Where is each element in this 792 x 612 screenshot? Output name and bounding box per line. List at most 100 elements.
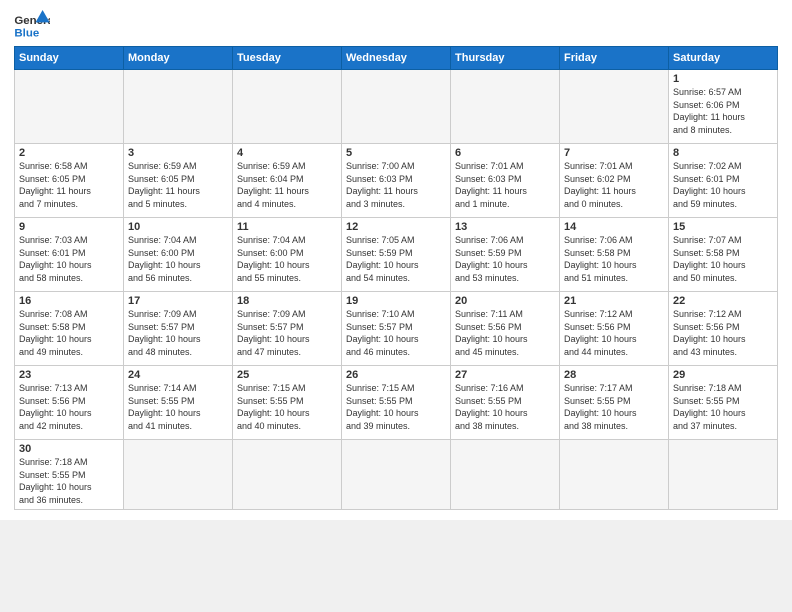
day-cell: 30Sunrise: 7:18 AM Sunset: 5:55 PM Dayli… bbox=[15, 440, 124, 510]
week-row-6: 30Sunrise: 7:18 AM Sunset: 5:55 PM Dayli… bbox=[15, 440, 778, 510]
day-info: Sunrise: 7:12 AM Sunset: 5:56 PM Dayligh… bbox=[673, 308, 773, 358]
day-number: 7 bbox=[564, 147, 664, 159]
col-header-saturday: Saturday bbox=[669, 47, 778, 70]
day-number: 23 bbox=[19, 369, 119, 381]
day-cell: 10Sunrise: 7:04 AM Sunset: 6:00 PM Dayli… bbox=[124, 218, 233, 292]
day-number: 13 bbox=[455, 221, 555, 233]
day-number: 29 bbox=[673, 369, 773, 381]
day-cell: 11Sunrise: 7:04 AM Sunset: 6:00 PM Dayli… bbox=[233, 218, 342, 292]
day-number: 10 bbox=[128, 221, 228, 233]
day-number: 21 bbox=[564, 295, 664, 307]
day-cell: 27Sunrise: 7:16 AM Sunset: 5:55 PM Dayli… bbox=[451, 366, 560, 440]
day-cell: 20Sunrise: 7:11 AM Sunset: 5:56 PM Dayli… bbox=[451, 292, 560, 366]
day-info: Sunrise: 7:06 AM Sunset: 5:58 PM Dayligh… bbox=[564, 234, 664, 284]
day-cell bbox=[451, 440, 560, 510]
day-info: Sunrise: 7:14 AM Sunset: 5:55 PM Dayligh… bbox=[128, 382, 228, 432]
day-cell bbox=[124, 70, 233, 144]
week-row-2: 2Sunrise: 6:58 AM Sunset: 6:05 PM Daylig… bbox=[15, 144, 778, 218]
day-info: Sunrise: 7:03 AM Sunset: 6:01 PM Dayligh… bbox=[19, 234, 119, 284]
week-row-4: 16Sunrise: 7:08 AM Sunset: 5:58 PM Dayli… bbox=[15, 292, 778, 366]
day-info: Sunrise: 7:04 AM Sunset: 6:00 PM Dayligh… bbox=[237, 234, 337, 284]
day-number: 15 bbox=[673, 221, 773, 233]
day-cell bbox=[124, 440, 233, 510]
day-cell bbox=[233, 70, 342, 144]
day-number: 6 bbox=[455, 147, 555, 159]
col-header-monday: Monday bbox=[124, 47, 233, 70]
day-cell bbox=[342, 70, 451, 144]
day-cell bbox=[560, 440, 669, 510]
day-number: 20 bbox=[455, 295, 555, 307]
day-cell: 25Sunrise: 7:15 AM Sunset: 5:55 PM Dayli… bbox=[233, 366, 342, 440]
page: GeneralBlue SundayMondayTuesdayWednesday… bbox=[0, 0, 792, 520]
week-row-3: 9Sunrise: 7:03 AM Sunset: 6:01 PM Daylig… bbox=[15, 218, 778, 292]
day-number: 2 bbox=[19, 147, 119, 159]
day-number: 3 bbox=[128, 147, 228, 159]
day-cell: 19Sunrise: 7:10 AM Sunset: 5:57 PM Dayli… bbox=[342, 292, 451, 366]
day-number: 1 bbox=[673, 73, 773, 85]
day-number: 8 bbox=[673, 147, 773, 159]
logo: GeneralBlue bbox=[14, 10, 50, 40]
day-info: Sunrise: 7:06 AM Sunset: 5:59 PM Dayligh… bbox=[455, 234, 555, 284]
day-cell bbox=[560, 70, 669, 144]
day-info: Sunrise: 7:09 AM Sunset: 5:57 PM Dayligh… bbox=[237, 308, 337, 358]
day-info: Sunrise: 7:15 AM Sunset: 5:55 PM Dayligh… bbox=[346, 382, 446, 432]
day-number: 9 bbox=[19, 221, 119, 233]
day-number: 22 bbox=[673, 295, 773, 307]
day-info: Sunrise: 6:58 AM Sunset: 6:05 PM Dayligh… bbox=[19, 160, 119, 210]
day-info: Sunrise: 7:15 AM Sunset: 5:55 PM Dayligh… bbox=[237, 382, 337, 432]
svg-text:Blue: Blue bbox=[14, 27, 39, 39]
day-cell: 15Sunrise: 7:07 AM Sunset: 5:58 PM Dayli… bbox=[669, 218, 778, 292]
day-cell: 3Sunrise: 6:59 AM Sunset: 6:05 PM Daylig… bbox=[124, 144, 233, 218]
day-info: Sunrise: 7:01 AM Sunset: 6:02 PM Dayligh… bbox=[564, 160, 664, 210]
day-cell: 1Sunrise: 6:57 AM Sunset: 6:06 PM Daylig… bbox=[669, 70, 778, 144]
day-cell: 24Sunrise: 7:14 AM Sunset: 5:55 PM Dayli… bbox=[124, 366, 233, 440]
day-info: Sunrise: 6:57 AM Sunset: 6:06 PM Dayligh… bbox=[673, 86, 773, 136]
generalblue-logo-icon: GeneralBlue bbox=[14, 10, 50, 40]
day-cell: 28Sunrise: 7:17 AM Sunset: 5:55 PM Dayli… bbox=[560, 366, 669, 440]
day-cell: 17Sunrise: 7:09 AM Sunset: 5:57 PM Dayli… bbox=[124, 292, 233, 366]
day-number: 16 bbox=[19, 295, 119, 307]
day-info: Sunrise: 7:05 AM Sunset: 5:59 PM Dayligh… bbox=[346, 234, 446, 284]
day-cell: 2Sunrise: 6:58 AM Sunset: 6:05 PM Daylig… bbox=[15, 144, 124, 218]
day-info: Sunrise: 7:16 AM Sunset: 5:55 PM Dayligh… bbox=[455, 382, 555, 432]
day-info: Sunrise: 6:59 AM Sunset: 6:04 PM Dayligh… bbox=[237, 160, 337, 210]
days-of-week-row: SundayMondayTuesdayWednesdayThursdayFrid… bbox=[15, 47, 778, 70]
day-info: Sunrise: 7:13 AM Sunset: 5:56 PM Dayligh… bbox=[19, 382, 119, 432]
day-cell: 4Sunrise: 6:59 AM Sunset: 6:04 PM Daylig… bbox=[233, 144, 342, 218]
day-info: Sunrise: 7:01 AM Sunset: 6:03 PM Dayligh… bbox=[455, 160, 555, 210]
day-cell: 8Sunrise: 7:02 AM Sunset: 6:01 PM Daylig… bbox=[669, 144, 778, 218]
day-cell bbox=[15, 70, 124, 144]
day-info: Sunrise: 6:59 AM Sunset: 6:05 PM Dayligh… bbox=[128, 160, 228, 210]
col-header-thursday: Thursday bbox=[451, 47, 560, 70]
day-number: 12 bbox=[346, 221, 446, 233]
day-cell bbox=[451, 70, 560, 144]
day-info: Sunrise: 7:17 AM Sunset: 5:55 PM Dayligh… bbox=[564, 382, 664, 432]
day-info: Sunrise: 7:08 AM Sunset: 5:58 PM Dayligh… bbox=[19, 308, 119, 358]
day-info: Sunrise: 7:12 AM Sunset: 5:56 PM Dayligh… bbox=[564, 308, 664, 358]
col-header-friday: Friday bbox=[560, 47, 669, 70]
day-info: Sunrise: 7:11 AM Sunset: 5:56 PM Dayligh… bbox=[455, 308, 555, 358]
day-number: 18 bbox=[237, 295, 337, 307]
day-cell: 13Sunrise: 7:06 AM Sunset: 5:59 PM Dayli… bbox=[451, 218, 560, 292]
day-info: Sunrise: 7:00 AM Sunset: 6:03 PM Dayligh… bbox=[346, 160, 446, 210]
day-number: 11 bbox=[237, 221, 337, 233]
day-cell: 7Sunrise: 7:01 AM Sunset: 6:02 PM Daylig… bbox=[560, 144, 669, 218]
day-cell: 16Sunrise: 7:08 AM Sunset: 5:58 PM Dayli… bbox=[15, 292, 124, 366]
header: GeneralBlue bbox=[14, 10, 778, 40]
day-cell: 9Sunrise: 7:03 AM Sunset: 6:01 PM Daylig… bbox=[15, 218, 124, 292]
day-cell bbox=[233, 440, 342, 510]
col-header-sunday: Sunday bbox=[15, 47, 124, 70]
day-info: Sunrise: 7:02 AM Sunset: 6:01 PM Dayligh… bbox=[673, 160, 773, 210]
calendar-table: SundayMondayTuesdayWednesdayThursdayFrid… bbox=[14, 46, 778, 510]
day-number: 26 bbox=[346, 369, 446, 381]
day-cell: 18Sunrise: 7:09 AM Sunset: 5:57 PM Dayli… bbox=[233, 292, 342, 366]
day-number: 19 bbox=[346, 295, 446, 307]
day-cell: 26Sunrise: 7:15 AM Sunset: 5:55 PM Dayli… bbox=[342, 366, 451, 440]
day-cell: 22Sunrise: 7:12 AM Sunset: 5:56 PM Dayli… bbox=[669, 292, 778, 366]
day-number: 27 bbox=[455, 369, 555, 381]
day-info: Sunrise: 7:18 AM Sunset: 5:55 PM Dayligh… bbox=[19, 456, 119, 506]
day-number: 30 bbox=[19, 443, 119, 455]
week-row-5: 23Sunrise: 7:13 AM Sunset: 5:56 PM Dayli… bbox=[15, 366, 778, 440]
day-number: 14 bbox=[564, 221, 664, 233]
day-cell: 29Sunrise: 7:18 AM Sunset: 5:55 PM Dayli… bbox=[669, 366, 778, 440]
